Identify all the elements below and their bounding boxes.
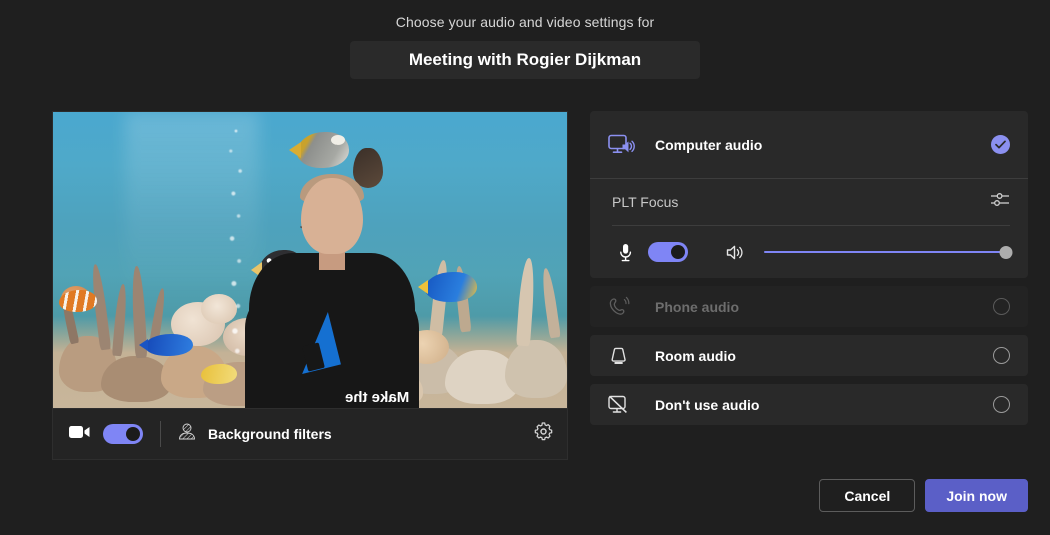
fish-angelfish (289, 132, 349, 168)
camera-toggle-knob (126, 427, 140, 441)
audio-option-radio (993, 298, 1010, 315)
control-bar-divider (160, 421, 161, 447)
device-controls (612, 226, 1013, 278)
audio-option-room-audio[interactable]: Room audio (590, 335, 1028, 376)
audio-options-column: Computer audio PLT Focus Phone audio Roo… (590, 111, 1028, 460)
shirt-text: Make the (345, 389, 410, 406)
audio-device-header: PLT Focus (612, 179, 1010, 225)
room-device-icon (607, 345, 641, 367)
camera-toggle[interactable] (103, 424, 143, 444)
selected-check-icon (991, 135, 1010, 154)
audio-device-name: PLT Focus (612, 194, 679, 210)
audio-device-panel: PLT Focus (590, 179, 1028, 278)
microphone-icon (612, 243, 638, 262)
background-filters-button[interactable]: Background filters (177, 423, 534, 445)
volume-slider[interactable] (764, 244, 1013, 260)
audio-option-dont-use-audio[interactable]: Don't use audio (590, 384, 1028, 425)
volume-slider-thumb[interactable] (999, 245, 1013, 259)
background-filters-label: Background filters (208, 426, 332, 442)
audio-option-label: Phone audio (655, 298, 739, 315)
audio-option-radio[interactable] (993, 347, 1010, 364)
microphone-toggle-knob (671, 245, 685, 259)
join-now-button[interactable]: Join now (925, 479, 1028, 512)
phone-ringing-icon (607, 296, 641, 318)
monitor-muted-icon (607, 394, 641, 416)
person-silhouette: Make the (245, 172, 419, 408)
prejoin-main: Make the Background filters Computer aud… (52, 111, 1028, 460)
microphone-toggle[interactable] (648, 242, 688, 262)
camera-icon (69, 425, 90, 444)
volume-slider-fill (764, 251, 1006, 253)
audio-option-label: Computer audio (655, 136, 763, 153)
prejoin-footer: Cancel Join now (819, 479, 1028, 512)
fish-blue-small (139, 334, 193, 356)
video-control-bar: Background filters (52, 408, 568, 460)
gear-icon[interactable] (534, 422, 553, 446)
prejoin-header: Choose your audio and video settings for… (0, 0, 1050, 79)
video-preview[interactable]: Make the (52, 111, 568, 408)
dont-use-audio-card: Don't use audio (590, 384, 1028, 425)
cancel-button[interactable]: Cancel (819, 479, 916, 512)
camera-control-group (69, 424, 143, 444)
audio-option-radio[interactable] (993, 396, 1010, 413)
video-column: Make the Background filters (52, 111, 568, 460)
fish-yellow (201, 364, 237, 384)
speaker-volume-icon (722, 244, 748, 261)
head (301, 178, 363, 254)
audio-option-phone-audio: Phone audio (590, 286, 1028, 327)
background-blur-icon (177, 423, 197, 445)
audio-option-label: Don't use audio (655, 396, 760, 413)
fish-blue-tang (418, 272, 477, 302)
header-subtitle: Choose your audio and video settings for (395, 14, 655, 30)
monitor-speaker-icon (607, 133, 641, 157)
rock (505, 340, 567, 398)
audio-settings-sliders-icon[interactable] (990, 191, 1010, 213)
phone-audio-card: Phone audio (590, 286, 1028, 327)
meeting-title: Meeting with Rogier Dijkman (350, 41, 700, 79)
audio-option-label: Room audio (655, 347, 736, 364)
room-audio-card: Room audio (590, 335, 1028, 376)
audio-option-computer-audio[interactable]: Computer audio (590, 111, 1028, 178)
fish-clownfish (59, 290, 97, 312)
computer-audio-card: Computer audio PLT Focus (590, 111, 1028, 278)
